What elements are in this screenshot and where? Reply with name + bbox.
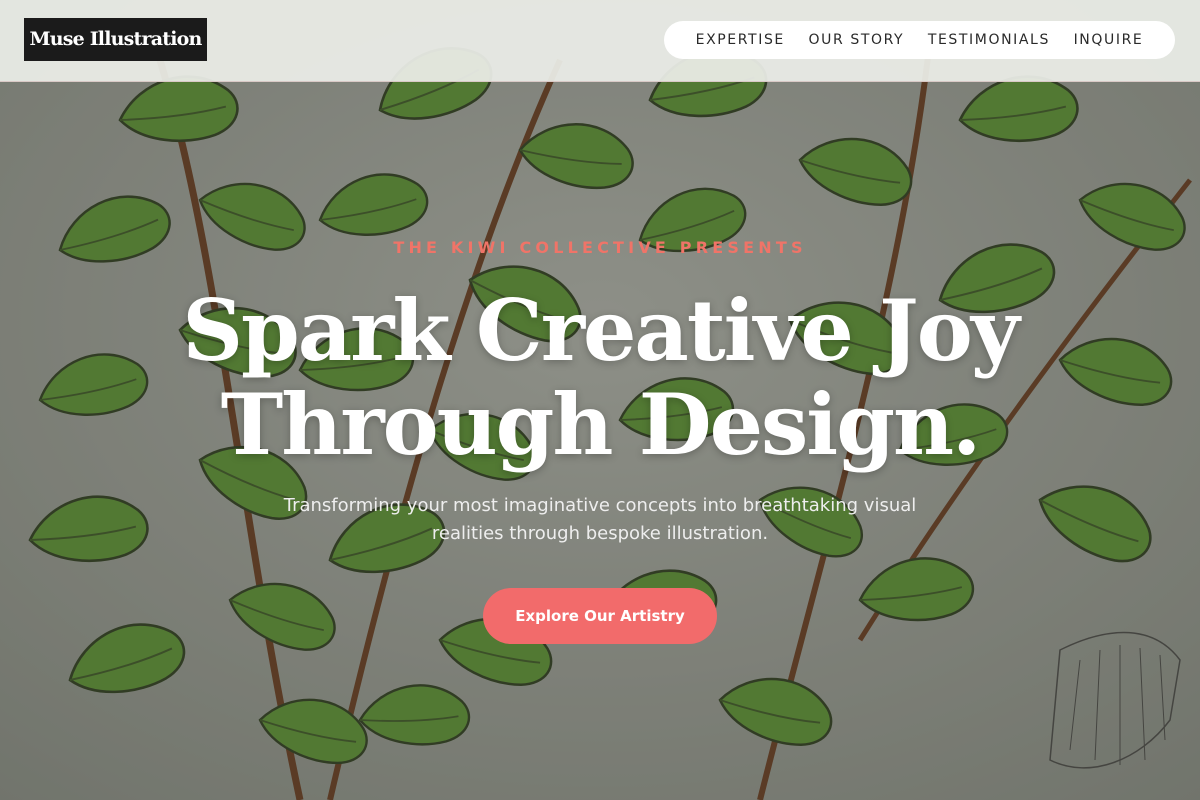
hero-headline-line-1: Spark Creative Joy [182,281,1019,380]
hero-headline-line-2: Through Design. [220,375,982,474]
landing-page: Muse Illustration EXPERTISE OUR STORY TE… [0,0,1200,800]
nav-item-our-story[interactable]: OUR STORY [809,32,905,48]
hero-eyebrow: THE KIWI COLLECTIVE PRESENTS [393,238,807,257]
nav-item-expertise[interactable]: EXPERTISE [696,32,785,48]
nav-item-testimonials[interactable]: TESTIMONIALS [928,32,1050,48]
logo[interactable]: Muse Illustration [24,18,207,61]
site-header: Muse Illustration EXPERTISE OUR STORY TE… [0,0,1200,82]
hero-subtitle: Transforming your most imaginative conce… [283,495,917,544]
nav-item-inquire[interactable]: INQUIRE [1074,32,1144,48]
hero-headline: Spark Creative Joy Through Design. [0,284,1200,472]
main-nav: EXPERTISE OUR STORY TESTIMONIALS INQUIRE [664,21,1175,59]
explore-artistry-button[interactable]: Explore Our Artistry [483,588,717,644]
